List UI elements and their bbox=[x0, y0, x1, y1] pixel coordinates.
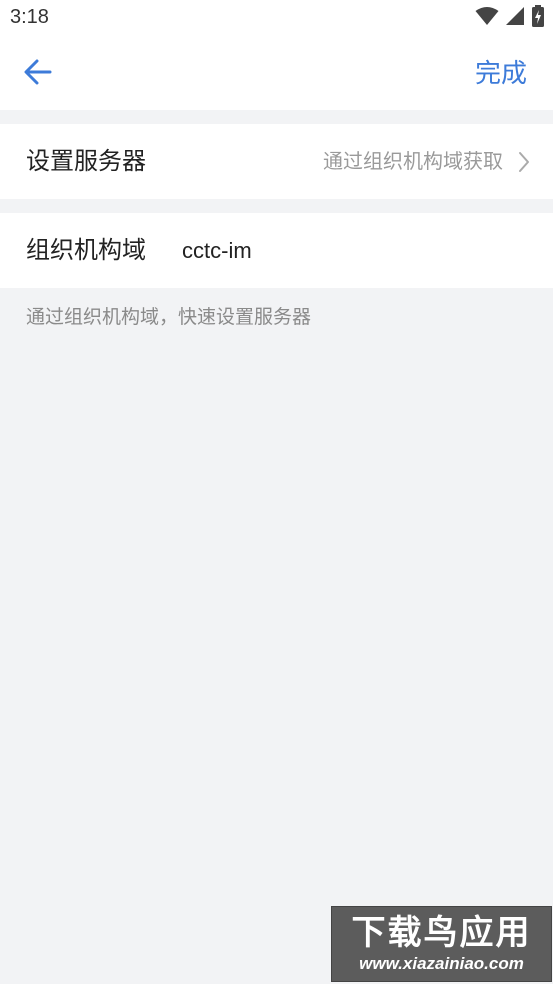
org-domain-label: 组织机构域 bbox=[26, 236, 146, 264]
signal-icon bbox=[505, 6, 525, 30]
battery-icon bbox=[531, 5, 545, 31]
server-setting-row[interactable]: 设置服务器 通过组织机构域获取 bbox=[0, 124, 553, 199]
org-domain-row: 组织机构域 bbox=[0, 213, 553, 288]
hint-text: 通过组织机构域，快速设置服务器 bbox=[26, 306, 312, 328]
org-domain-input[interactable] bbox=[182, 213, 522, 288]
status-time: 3:18 bbox=[10, 6, 49, 28]
back-button[interactable] bbox=[18, 54, 58, 94]
arrow-left-icon bbox=[24, 59, 52, 89]
app-bar: 完成 bbox=[0, 40, 553, 110]
watermark-logo: 下载鸟应用 www.xiazainiao.com bbox=[331, 906, 552, 982]
done-button[interactable]: 完成 bbox=[475, 56, 527, 92]
chevron-right-icon bbox=[517, 150, 531, 174]
status-bar: 3:18 bbox=[0, 0, 553, 40]
watermark-url: www.xiazainiao.com bbox=[359, 954, 524, 973]
wifi-icon bbox=[475, 6, 499, 30]
status-icons bbox=[475, 5, 545, 31]
server-setting-value: 通过组织机构域获取 bbox=[323, 149, 503, 173]
watermark-title: 下载鸟应用 bbox=[351, 913, 532, 953]
server-setting-label: 设置服务器 bbox=[26, 147, 146, 175]
